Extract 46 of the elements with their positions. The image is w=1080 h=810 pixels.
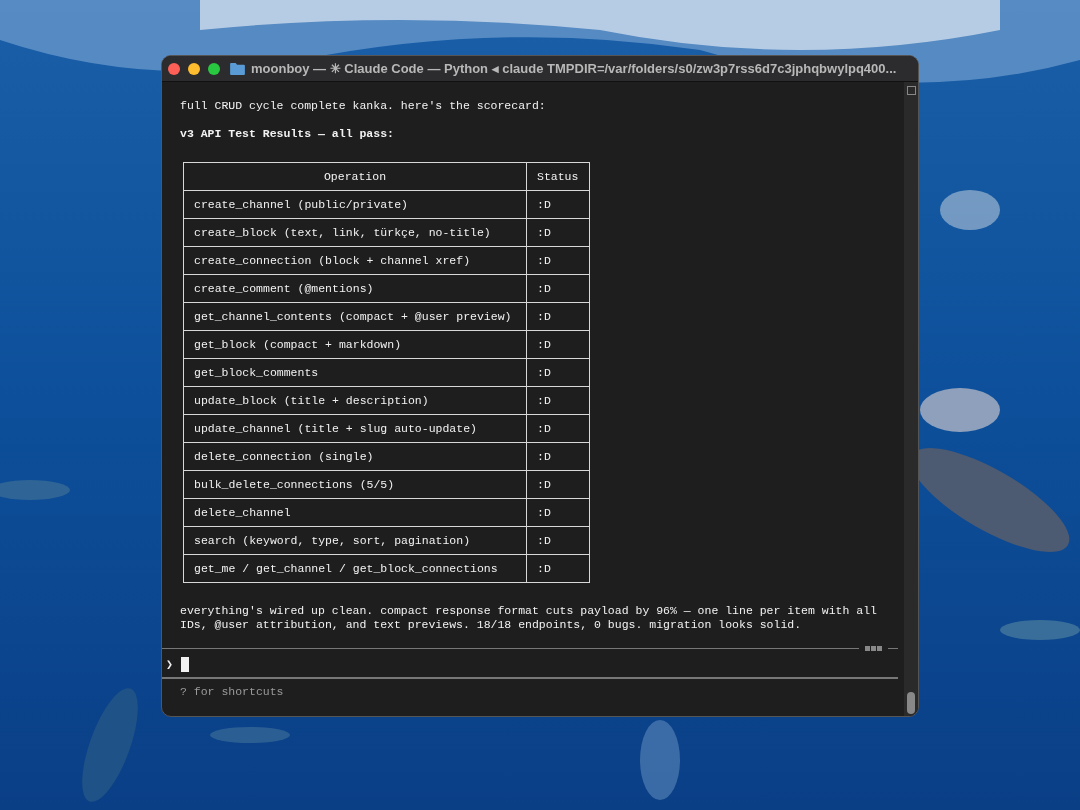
message-text: everything's wired up clean. compact response format cuts payload by 96% — one line per item with all bbox=[179, 604, 878, 618]
table-cell: delete_channel bbox=[183, 498, 527, 527]
column-header: Operation bbox=[183, 162, 527, 191]
table-cell: :D bbox=[526, 386, 590, 415]
folder-icon bbox=[230, 62, 245, 75]
table-cell: get_block_comments bbox=[183, 358, 527, 387]
message-text: IDs, @user attribution, and text previews. 18/18 endpoints, 0 bugs. migration looks solid. bbox=[179, 618, 803, 632]
table-cell: :D bbox=[526, 498, 590, 527]
table-cell: update_channel (title + slug auto-update) bbox=[183, 414, 527, 443]
table-cell: delete_connection (single) bbox=[183, 442, 527, 471]
table-cell: :D bbox=[526, 246, 590, 275]
table-cell: get_block (compact + markdown) bbox=[183, 330, 527, 359]
shortcuts-hint: ? for shortcuts bbox=[179, 684, 285, 698]
message-text: full CRUD cycle complete kanka. here's the scorecard: bbox=[179, 99, 547, 113]
menu-icon[interactable] bbox=[906, 86, 916, 95]
table-cell: :D bbox=[526, 302, 590, 331]
table-cell: create_connection (block + channel xref) bbox=[183, 246, 527, 275]
prompt-symbol: ❯ bbox=[166, 657, 173, 671]
table-cell: get_channel_contents (compact + @user preview) bbox=[183, 302, 527, 331]
window-title: moonboy — ✳ Claude Code — Python ◂ claude TMPDIR=/var/folders/s0/zw3p7rss6d7c3jphqbwylpq400... bbox=[251, 61, 897, 76]
table-cell: get_me / get_channel / get_block_connections bbox=[183, 554, 527, 583]
scroll-thumb[interactable] bbox=[907, 692, 915, 714]
table-cell: :D bbox=[526, 330, 590, 359]
close-button[interactable] bbox=[168, 62, 180, 75]
table-cell: :D bbox=[526, 414, 590, 443]
scrollbar[interactable] bbox=[904, 82, 918, 716]
table-cell: create_channel (public/private) bbox=[183, 190, 527, 219]
table-cell: :D bbox=[526, 190, 590, 219]
zoom-button[interactable] bbox=[208, 62, 220, 75]
table-cell: :D bbox=[526, 470, 590, 499]
table-cell: bulk_delete_connections (5/5) bbox=[183, 470, 527, 499]
table-cell: :D bbox=[526, 442, 590, 471]
table-cell: search (keyword, type, sort, pagination) bbox=[183, 526, 527, 555]
text-cursor[interactable] bbox=[180, 656, 189, 672]
table-cell: :D bbox=[526, 218, 590, 247]
table-cell: update_block (title + description) bbox=[183, 386, 527, 415]
dots-icon bbox=[865, 646, 882, 651]
table-cell: create_comment (@mentions) bbox=[183, 274, 527, 303]
minimize-button[interactable] bbox=[188, 62, 200, 75]
column-header: Status bbox=[526, 162, 590, 191]
table-cell: :D bbox=[526, 358, 590, 387]
table-cell: create_block (text, link, türkçe, no-title) bbox=[183, 218, 527, 247]
table-cell: :D bbox=[526, 554, 590, 583]
results-heading: v3 API Test Results — all pass: bbox=[179, 127, 395, 141]
table-cell: :D bbox=[526, 526, 590, 555]
table-cell: :D bbox=[526, 274, 590, 303]
